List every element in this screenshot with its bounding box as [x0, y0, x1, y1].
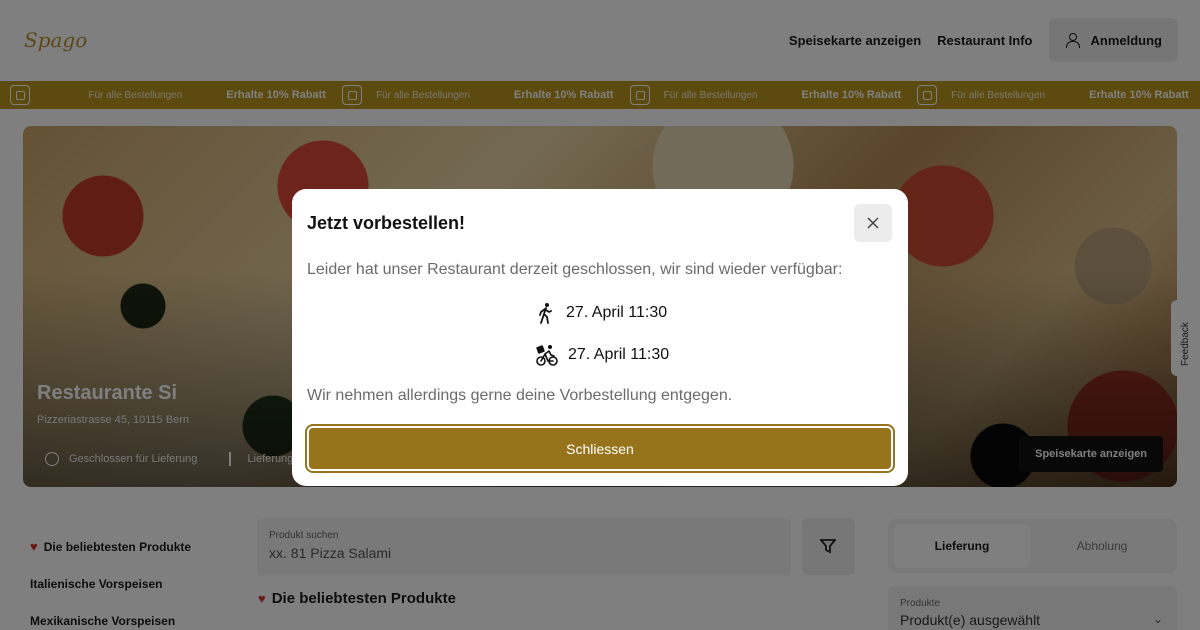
close-button[interactable] — [854, 204, 892, 242]
closed-message: Leider hat unser Restaurant derzeit gesc… — [307, 261, 843, 278]
walking-icon — [539, 303, 552, 324]
close-icon — [867, 217, 879, 229]
pickup-availability: 27. April 11:30 — [536, 302, 667, 324]
preorder-modal: Jetzt vorbestellen! Leider hat unser Res… — [292, 189, 908, 486]
delivery-availability: 27. April 11:30 — [536, 344, 669, 366]
bicycle-courier-icon — [536, 345, 558, 366]
pickup-time: 27. April 11:30 — [566, 304, 668, 321]
close-modal-button[interactable]: Schliessen — [305, 424, 895, 473]
modal-title: Jetzt vorbestellen! — [307, 213, 466, 233]
delivery-time: 27. April 11:30 — [568, 346, 670, 363]
preorder-note: Wir nehmen allerdings gerne deine Vorbes… — [307, 387, 733, 404]
